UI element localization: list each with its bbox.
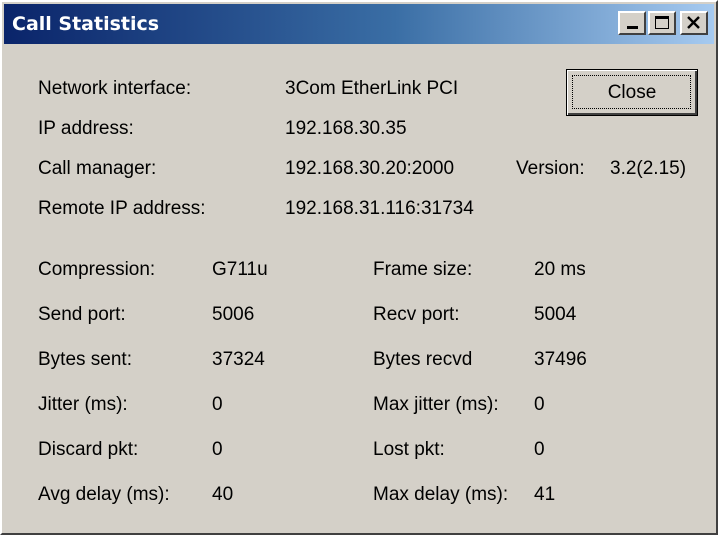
recv-port-label: Recv port: xyxy=(373,304,460,325)
title-bar[interactable]: Call Statistics xyxy=(4,4,714,44)
avg-delay-label: Avg delay (ms): xyxy=(38,484,170,505)
send-port-value: 5006 xyxy=(212,304,255,325)
bytes-sent-label: Bytes sent: xyxy=(38,349,132,370)
version-label: Version: xyxy=(516,158,585,179)
call-statistics-window: Call Statistics Network interface: 3Com … xyxy=(0,0,718,535)
close-button-label: Close xyxy=(607,82,657,103)
max-jitter-label: Max jitter (ms): xyxy=(373,394,499,415)
recv-port-value: 5004 xyxy=(534,304,577,325)
ip-address-label: IP address: xyxy=(38,118,134,139)
title-close-button[interactable] xyxy=(680,11,708,35)
maximize-icon xyxy=(655,16,669,29)
maximize-button[interactable] xyxy=(648,11,676,35)
compression-label: Compression: xyxy=(38,259,156,280)
network-interface-label: Network interface: xyxy=(38,78,192,99)
discard-pkt-label: Discard pkt: xyxy=(38,439,139,460)
discard-pkt-value: 0 xyxy=(212,439,223,460)
ip-address-value: 192.168.30.35 xyxy=(285,118,407,139)
remote-ip-value: 192.168.31.116:31734 xyxy=(285,198,474,219)
avg-delay-value: 40 xyxy=(212,484,234,505)
jitter-label: Jitter (ms): xyxy=(38,394,128,415)
frame-size-label: Frame size: xyxy=(373,259,473,280)
bytes-recvd-value: 37496 xyxy=(534,349,587,370)
lost-pkt-label: Lost pkt: xyxy=(373,439,445,460)
network-interface-value: 3Com EtherLink PCI xyxy=(285,78,459,99)
minimize-icon xyxy=(627,26,638,29)
frame-size-value: 20 ms xyxy=(534,259,586,280)
close-icon xyxy=(687,16,700,29)
call-manager-label: Call manager: xyxy=(38,158,157,179)
call-manager-value: 192.168.30.20:2000 xyxy=(285,158,455,179)
max-delay-label: Max delay (ms): xyxy=(373,484,509,505)
max-jitter-value: 0 xyxy=(534,394,545,415)
bytes-recvd-label: Bytes recvd xyxy=(373,349,473,370)
jitter-value: 0 xyxy=(212,394,223,415)
window-title: Call Statistics xyxy=(12,13,160,35)
compression-value: G711u xyxy=(212,259,268,280)
remote-ip-label: Remote IP address: xyxy=(38,198,206,219)
close-button[interactable]: Close xyxy=(566,69,698,116)
minimize-button[interactable] xyxy=(618,11,646,35)
max-delay-value: 41 xyxy=(534,484,556,505)
version-value: 3.2(2.15) xyxy=(610,158,687,179)
bytes-sent-value: 37324 xyxy=(212,349,265,370)
send-port-label: Send port: xyxy=(38,304,126,325)
lost-pkt-value: 0 xyxy=(534,439,545,460)
